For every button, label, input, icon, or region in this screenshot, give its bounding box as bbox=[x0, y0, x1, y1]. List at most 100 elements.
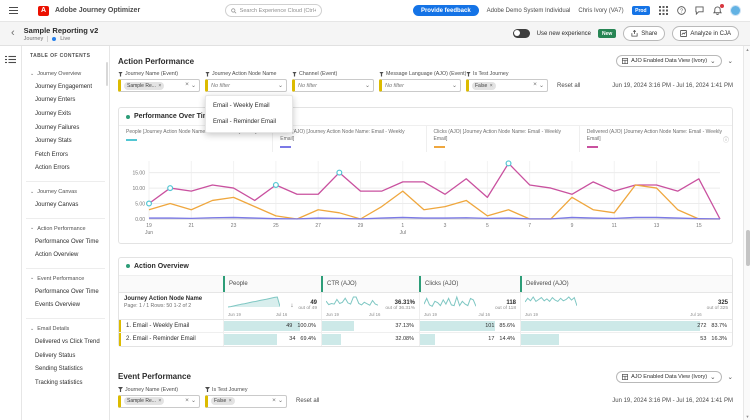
notifications-bell-icon[interactable] bbox=[712, 6, 722, 16]
cell-value-bar bbox=[420, 321, 495, 331]
metric-cell: 10185.6% bbox=[419, 320, 520, 332]
filter-input[interactable]: No filter⌄ bbox=[292, 79, 374, 92]
toc-item-journey-stats[interactable]: Journey Stats bbox=[26, 134, 105, 148]
table-row[interactable]: 2. Email - Reminder Email3469.4%32.08%17… bbox=[119, 333, 732, 346]
legend-item[interactable]: Clicks (AJO) [Journey Action Node Name: … bbox=[426, 126, 579, 152]
column-header-delivered[interactable]: Delivered (AJO) bbox=[520, 276, 732, 292]
toc-group-email-details[interactable]: ⌄Email Details bbox=[26, 323, 105, 335]
data-view-selector[interactable]: AJO Enabled Data View (Ivory) ⌄ bbox=[616, 371, 721, 383]
filter-chip[interactable]: False× bbox=[211, 397, 235, 405]
app-menu-icon[interactable] bbox=[9, 7, 18, 14]
filter-clear-icon[interactable]: × bbox=[533, 82, 537, 89]
filter-input[interactable]: False××⌄ bbox=[466, 79, 548, 92]
reset-all-filters-link[interactable]: Reset all bbox=[296, 398, 319, 404]
chevron-down-icon[interactable]: ⌄ bbox=[452, 83, 457, 89]
app-switcher-icon[interactable] bbox=[658, 6, 668, 16]
chip-remove-icon[interactable]: × bbox=[158, 83, 161, 89]
divider bbox=[47, 36, 48, 42]
column-accent-bar bbox=[321, 276, 323, 292]
reset-all-filters-link[interactable]: Reset all bbox=[557, 83, 580, 89]
toc-item-delivered-vs-click-trend[interactable]: Delivered vs Click Trend bbox=[26, 335, 105, 349]
action-performance-filters: Journey Name (Event)Sample Re...××⌄Journ… bbox=[118, 71, 733, 92]
help-icon[interactable]: ? bbox=[676, 6, 686, 16]
line-chart[interactable]: 0.005.0010.0015.001921232527291357911131… bbox=[119, 152, 732, 243]
toc-item-fetch-errors[interactable]: Fetch Errors bbox=[26, 148, 105, 162]
share-button[interactable]: Share bbox=[623, 26, 665, 41]
org-switcher[interactable]: Adobe Demo System Individual bbox=[487, 8, 571, 14]
topbar-right-group: Provide feedback Adobe Demo System Indiv… bbox=[413, 5, 741, 16]
filter-clear-icon[interactable]: × bbox=[185, 398, 189, 405]
chevron-down-icon[interactable]: ⌄ bbox=[539, 83, 544, 89]
filter-chip[interactable]: Sample Re...× bbox=[124, 82, 164, 90]
filter-is-test-journey: Is Test JourneyFalse××⌄ bbox=[466, 71, 548, 92]
toc-item-journey-failures[interactable]: Journey Failures bbox=[26, 121, 105, 135]
toc-item-delivery-status[interactable]: Delivery Status bbox=[26, 349, 105, 363]
back-button[interactable]: ‹ bbox=[11, 28, 15, 39]
column-header-clicks[interactable]: Clicks (AJO) bbox=[419, 276, 520, 292]
toc-item-journey-exits[interactable]: Journey Exits bbox=[26, 107, 105, 121]
toc-item-journey-engagement[interactable]: Journey Engagement bbox=[26, 80, 105, 94]
filter-chip[interactable]: False× bbox=[472, 82, 496, 90]
toc-item-action-errors[interactable]: Action Errors bbox=[26, 162, 105, 176]
filter-clear-icon[interactable]: × bbox=[272, 398, 276, 405]
filter-clear-icon[interactable]: × bbox=[185, 82, 189, 89]
filter-input[interactable]: Sample Re...××⌄ bbox=[118, 79, 200, 92]
toc-group-action-performance[interactable]: ⌄Action Performance bbox=[26, 223, 105, 235]
info-icon[interactable]: ⓘ bbox=[723, 138, 729, 144]
filter-input[interactable]: No filter⌄ bbox=[205, 79, 287, 92]
legend-item[interactable]: CTR (AJO) [Journey Action Node Name: Ema… bbox=[272, 126, 425, 152]
filter-input[interactable]: False××⌄ bbox=[205, 395, 287, 408]
sort-descending-icon[interactable]: ↓ bbox=[290, 303, 293, 309]
toc-item-journey-canvas[interactable]: Journey Canvas bbox=[26, 198, 105, 212]
filter-input[interactable]: No filter⌄ bbox=[379, 79, 461, 92]
legend-item[interactable]: Delivered (AJO) [Journey Action Node Nam… bbox=[579, 126, 732, 152]
sparkline-date-labels: Jun 19Jul 16 bbox=[326, 312, 380, 317]
collapse-section-icon[interactable]: ⌄ bbox=[728, 57, 733, 65]
filter-input[interactable]: Sample Re...××⌄ bbox=[118, 395, 200, 408]
spark-end-date: Jul 16 bbox=[479, 312, 490, 317]
chip-remove-icon[interactable]: × bbox=[158, 398, 161, 404]
toc-group-journey-overview[interactable]: ⌄Journey Overview bbox=[26, 68, 105, 80]
search-input[interactable]: Search Experience Cloud (Ctrl+/) bbox=[225, 4, 322, 17]
toc-item-action-overview[interactable]: Action Overview bbox=[26, 248, 105, 262]
provide-feedback-button[interactable]: Provide feedback bbox=[413, 5, 479, 16]
chevron-down-icon[interactable]: ⌄ bbox=[191, 83, 196, 89]
toc-group: ⌄Event PerformancePerformance Over TimeE… bbox=[26, 269, 105, 319]
chip-remove-icon[interactable]: × bbox=[229, 398, 232, 404]
scroll-down-arrow[interactable]: ▼ bbox=[744, 414, 750, 419]
collapse-section-icon[interactable]: ⌄ bbox=[728, 373, 733, 381]
page-title: Sample Reporting v2 bbox=[24, 26, 99, 35]
toc-group-journey-canvas[interactable]: ⌄Journey Canvas bbox=[26, 186, 105, 198]
chevron-down-icon[interactable]: ⌄ bbox=[278, 398, 283, 404]
toc-item-performance-over-time[interactable]: Performance Over Time bbox=[26, 235, 105, 249]
filter-chip[interactable]: Sample Re...× bbox=[124, 397, 164, 405]
chevron-down-icon[interactable]: ⌄ bbox=[278, 83, 283, 89]
chevron-down-icon[interactable]: ⌄ bbox=[191, 398, 196, 404]
vertical-scrollbar[interactable]: ▲ ▼ bbox=[743, 46, 750, 420]
data-view-selector[interactable]: AJO Enabled Data View (Ivory) ⌄ bbox=[616, 55, 721, 67]
chip-remove-icon[interactable]: × bbox=[490, 83, 493, 89]
analyze-in-cja-button[interactable]: Analyze in CJA bbox=[672, 26, 739, 41]
dropdown-option[interactable]: Email - Weekly Email bbox=[206, 98, 292, 114]
dropdown-option[interactable]: Email - Reminder Email bbox=[206, 114, 292, 130]
toc-item-events-overview[interactable]: Events Overview bbox=[26, 299, 105, 313]
toc-item-performance-over-time[interactable]: Performance Over Time bbox=[26, 285, 105, 299]
toc-item-sending-statistics[interactable]: Sending Statistics bbox=[26, 362, 105, 376]
scroll-up-arrow[interactable]: ▲ bbox=[744, 47, 750, 52]
toc-item-journey-enters[interactable]: Journey Enters bbox=[26, 94, 105, 108]
sandbox-switcher[interactable]: Chris Ivory (VA7) bbox=[578, 8, 623, 14]
toc-scrollbar[interactable] bbox=[106, 62, 108, 86]
feedback-chat-icon[interactable] bbox=[694, 6, 704, 16]
user-avatar[interactable] bbox=[730, 5, 741, 16]
chevron-down-icon[interactable]: ⌄ bbox=[365, 83, 370, 89]
toc-item-tracking-statistics[interactable]: Tracking statistics bbox=[26, 376, 105, 390]
column-header-ctr[interactable]: CTR (AJO) bbox=[321, 276, 419, 292]
table-row[interactable]: 1. Email - Weekly Email49100.0%37.13%101… bbox=[119, 320, 732, 333]
use-new-experience-toggle[interactable] bbox=[513, 29, 530, 38]
toc-group-event-performance[interactable]: ⌄Event Performance bbox=[26, 273, 105, 285]
section-title: Action Performance bbox=[118, 57, 194, 66]
column-header-people[interactable]: People bbox=[223, 276, 321, 292]
total-out-of: out of 118 bbox=[495, 306, 516, 311]
scrollbar-thumb[interactable] bbox=[746, 230, 750, 266]
toc-toggle-icon[interactable] bbox=[5, 53, 16, 420]
